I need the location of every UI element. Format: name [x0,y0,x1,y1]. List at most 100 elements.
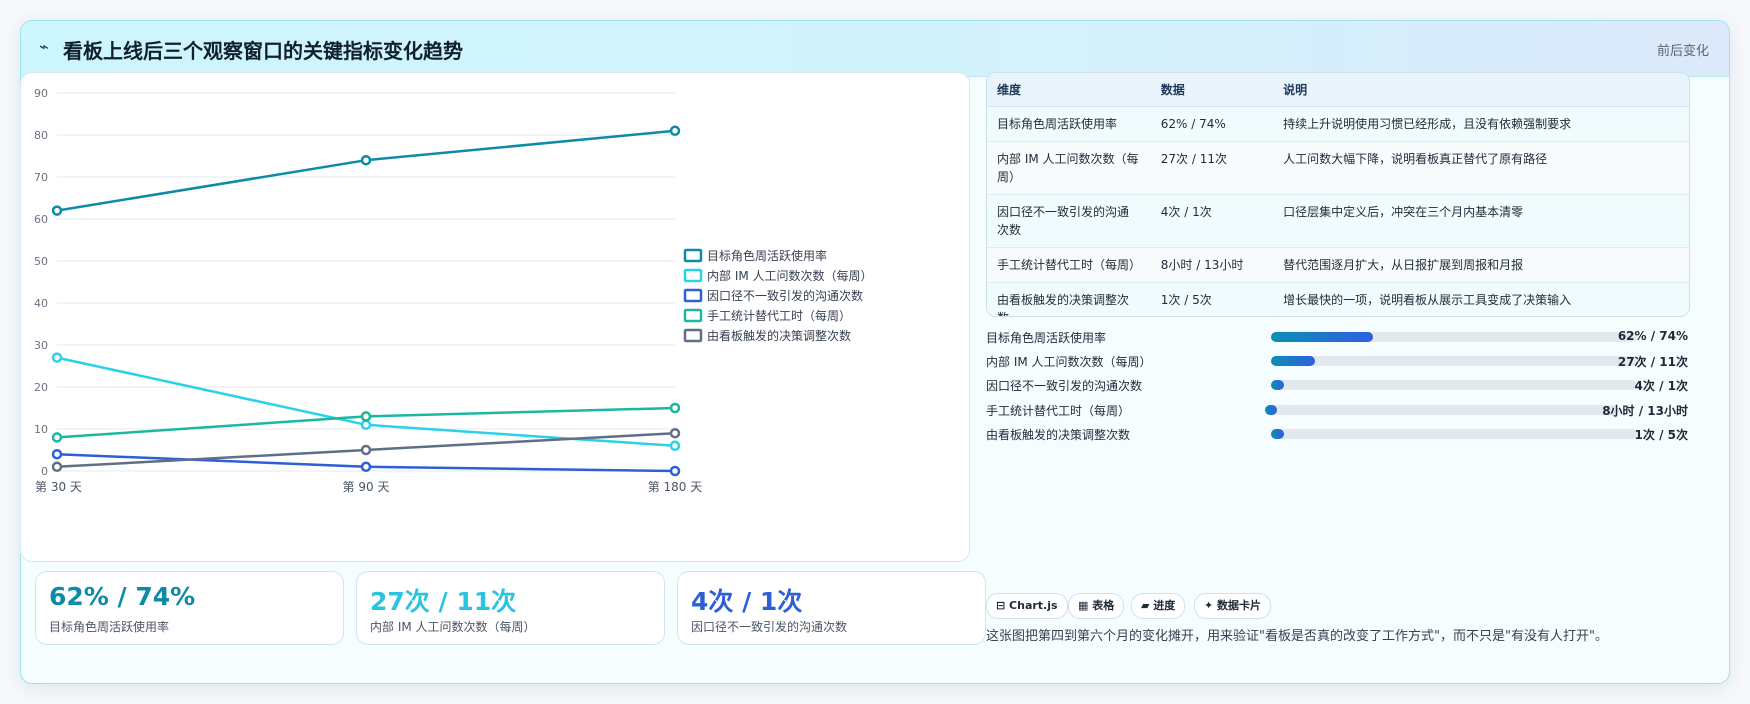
progress-row: 由看板触发的决策调整次数 1次 / 5次 [986,422,1688,446]
table-row: 手工统计替代工时（每周） 8小时 / 13小时 替代范围逐月扩大，从日报扩展到周… [987,247,1689,283]
progress-row: 目标角色周活跃使用率 62% / 74% [986,325,1688,349]
progress-list: 目标角色周活跃使用率 62% / 74% 内部 IM 人工问数次数（每周） 27… [986,325,1688,455]
table-row: 由看板触发的决策调整次数 1次 / 5次 增长最快的一项，说明看板从展示工具变成… [987,282,1689,316]
kpi-label: 因口径不一致引发的沟通次数 [691,620,848,634]
table-cell: 27次 / 11次 [1150,141,1274,195]
data-point [669,440,681,452]
y-tick-label: 20 [34,381,48,394]
data-point [51,352,63,363]
x-tick-label: 第 30 天 [35,480,82,494]
footer-note: 这张图把第四到第六个月的变化摊开，用来验证"看板是否真的改变了工作方式"，而不只… [986,629,1608,644]
header-right-label: 前后变化 [1656,44,1709,59]
table-cell: 由看板触发的决策调整次数 [987,282,1151,316]
y-tick-label: 50 [34,255,48,268]
progress-row: 手工统计替代工时（每周） 8小时 / 13小时 [986,398,1688,422]
tag-progress[interactable]: ▰ 进度 [1131,593,1186,619]
legend-label: 由看板触发的决策调整次数 [707,328,851,343]
legend-swatch [683,268,703,283]
kpi-value: 62% / 74% [49,582,196,611]
y-tick-label: 10 [34,423,48,436]
data-point [360,411,372,422]
data-point [51,432,63,443]
y-tick-label: 0 [41,465,48,478]
table-cell: 替代范围逐月扩大，从日报扩展到周报和月报 [1273,247,1689,283]
table-cell: 因口径不一致引发的沟通次数 [987,194,1151,248]
data-point [669,465,681,477]
y-tick-label: 70 [34,171,48,184]
y-tick-label: 90 [34,87,48,100]
y-tick-label: 40 [34,297,48,310]
legend-swatch [683,288,703,303]
progress-label: 因口径不一致引发的沟通次数 [986,379,1143,393]
progress-fill [1271,332,1374,342]
data-point [51,448,63,460]
kpi-card-im-queries: 27次 / 11次 内部 IM 人工问数次数（每周） [356,571,665,645]
progress-label: 由看板触发的决策调整次数 [986,428,1131,442]
card-header: ⌁ 看板上线后三个观察窗口的关键指标变化趋势 前后变化 [21,21,1729,77]
table-header-dimension: 维度 [987,73,1151,107]
y-tick-label: 80 [34,129,48,142]
line-chart-svg: 0 10 20 30 40 50 60 70 80 90 第 30 天 第 90 天 第 180 天 目标… [34,87,873,494]
progress-value: 4次 / 1次 [1634,379,1688,393]
kpi-card-conflicts: 4次 / 1次 因口径不一致引发的沟通次数 [677,571,986,645]
trend-icon: ⌁ [39,37,49,56]
progress-fill [1265,405,1278,415]
page-title: 看板上线后三个观察窗口的关键指标变化趋势 [63,39,463,63]
table-cell: 8小时 / 13小时 [1150,247,1274,283]
table-cell: 人工问数大幅下降，说明看板真正替代了原有路径 [1273,141,1689,195]
data-point [669,125,681,137]
x-tick-label: 第 180 天 [648,480,703,494]
progress-label: 目标角色周活跃使用率 [986,331,1107,345]
progress-row: 因口径不一致引发的沟通次数 4次 / 1次 [986,373,1688,397]
table-cell: 62% / 74% [1150,106,1274,142]
tag-table[interactable]: ▦ 表格 [1068,593,1125,619]
table-row: 目标角色周活跃使用率 62% / 74% 持续上升说明使用习惯已经形成，且没有依… [987,106,1689,142]
table-cell: 内部 IM 人工问数次数（每周） [987,141,1151,195]
legend-swatch [683,308,703,323]
data-point [360,444,372,456]
table-cell: 持续上升说明使用习惯已经形成，且没有依赖强制要求 [1273,106,1689,142]
progress-label: 内部 IM 人工问数次数（每周） [986,355,1152,369]
progress-value: 8小时 / 13小时 [1602,404,1688,418]
table-row: 因口径不一致引发的沟通次数 4次 / 1次 口径层集中定义后，冲突在三个月内基本… [987,194,1689,248]
table-header-row: 维度 数据 说明 [987,73,1689,107]
table-cell: 增长最快的一项，说明看板从展示工具变成了决策输入 [1273,282,1689,316]
progress-track [1271,356,1637,366]
metrics-table: 维度 数据 说明 目标角色周活跃使用率 62% / 74% 持续上升说明使用习惯… [986,72,1690,317]
legend-swatch [683,328,703,343]
tag-data-card[interactable]: ✦ 数据卡片 [1194,593,1272,619]
kpi-label: 目标角色周活跃使用率 [49,620,170,634]
table-cell: 手工统计替代工时（每周） [987,247,1151,283]
table-cell: 口径层集中定义后，冲突在三个月内基本清零 [1273,194,1689,248]
legend-label: 手工统计替代工时（每周） [707,308,851,323]
data-point [360,154,372,166]
progress-value: 27次 / 11次 [1617,355,1688,369]
legend-label: 因口径不一致引发的沟通次数 [707,288,863,303]
progress-track [1271,380,1637,390]
tag-chartjs[interactable]: ⊟ Chart.js [986,593,1068,619]
series-line [56,129,676,212]
legend-swatch [683,248,703,263]
progress-label: 手工统计替代工时（每周） [986,404,1131,418]
legend-label: 目标角色周活跃使用率 [707,248,827,263]
data-point [669,427,681,439]
data-point [51,461,63,473]
table-row: 内部 IM 人工问数次数（每周） 27次 / 11次 人工问数大幅下降，说明看板… [987,141,1689,195]
progress-row: 内部 IM 人工问数次数（每周） 27次 / 11次 [986,349,1688,373]
y-tick-label: 30 [34,339,48,352]
kpi-value: 4次 / 1次 [691,587,803,616]
kpi-label: 内部 IM 人工问数次数（每周） [370,620,536,634]
progress-fill [1271,380,1284,390]
progress-track [1271,332,1637,342]
progress-track [1271,429,1637,439]
line-chart: 0 10 20 30 40 50 60 70 80 90 第 30 天 第 90 天 第 180 天 目标… [20,72,970,562]
progress-track [1265,405,1619,415]
progress-fill [1271,356,1315,366]
table-cell: 目标角色周活跃使用率 [987,106,1151,142]
table-cell: 4次 / 1次 [1150,194,1274,248]
table-header-data: 数据 [1150,73,1274,107]
legend-label: 内部 IM 人工问数次数（每周） [707,268,873,283]
kpi-card-active-rate: 62% / 74% 目标角色周活跃使用率 [35,571,344,645]
series-line [56,356,676,448]
progress-fill [1271,429,1284,439]
